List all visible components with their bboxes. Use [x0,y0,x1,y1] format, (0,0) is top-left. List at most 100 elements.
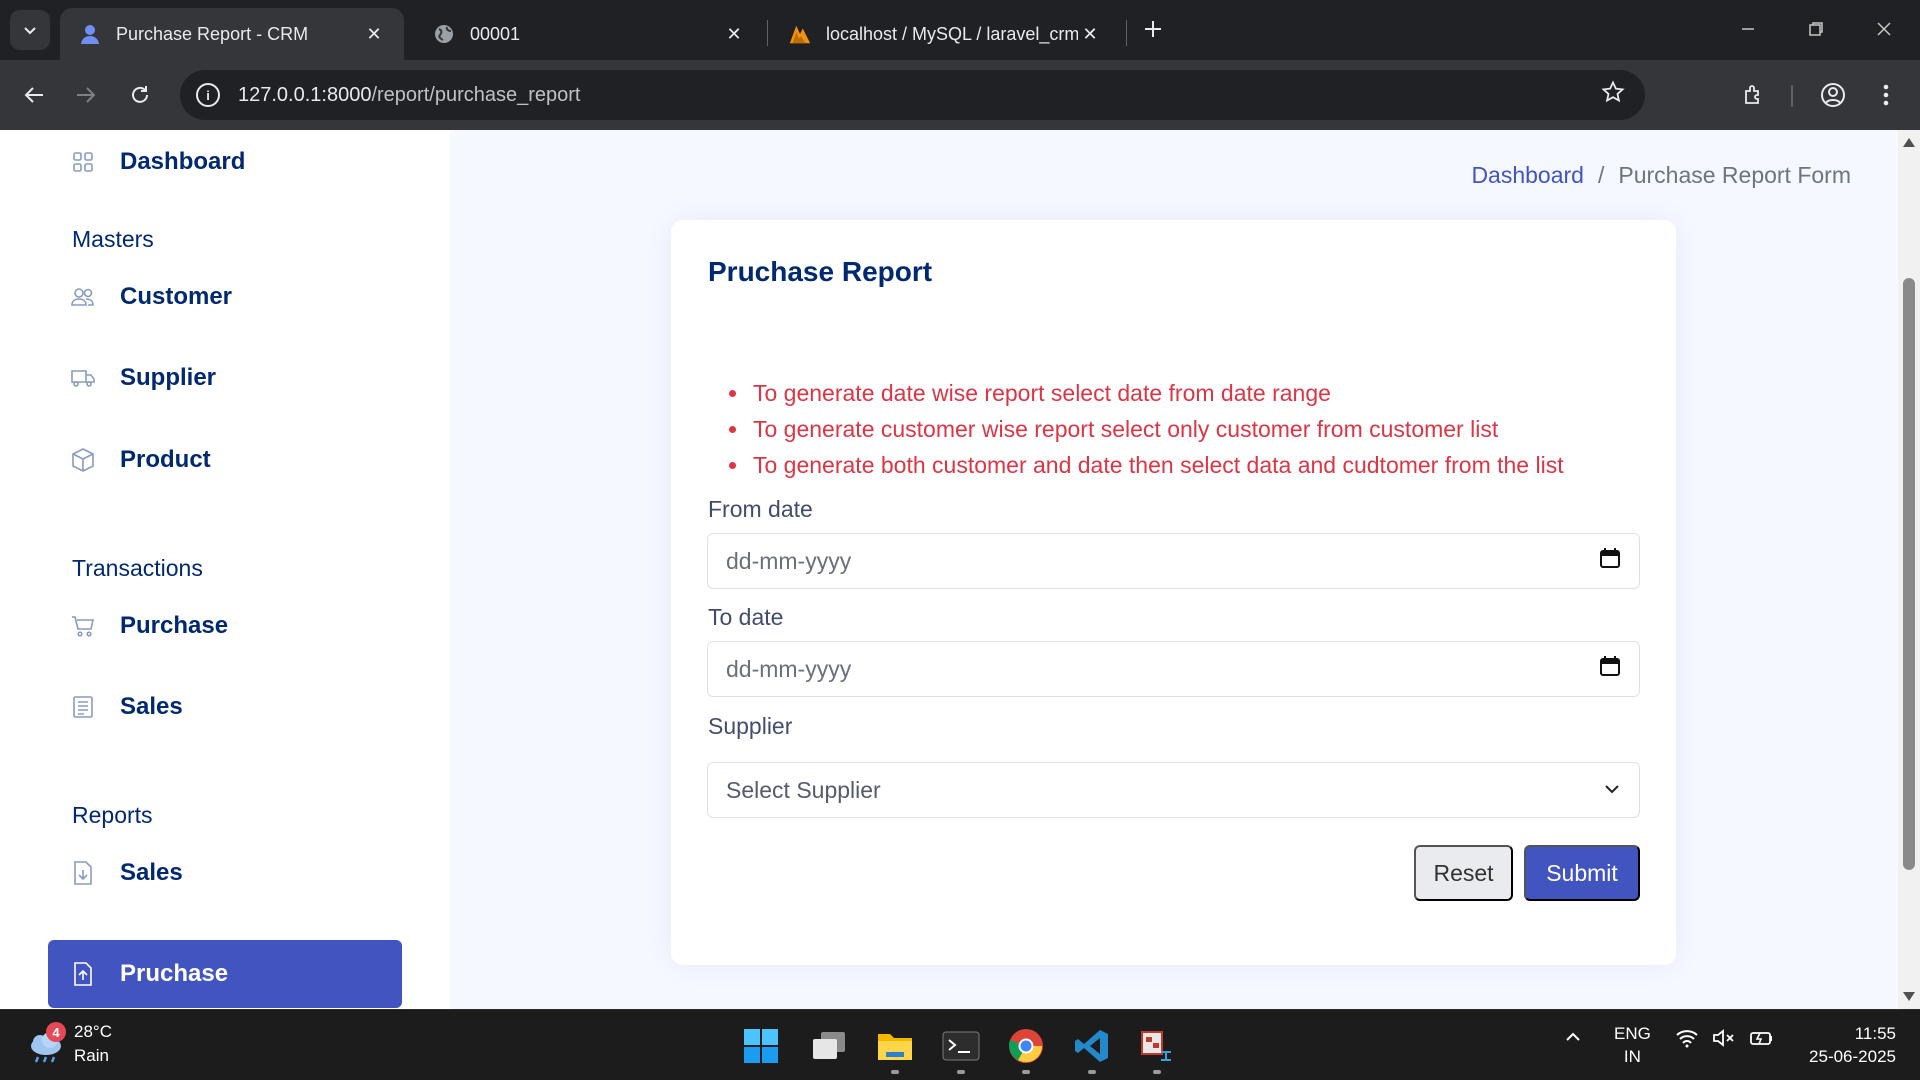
running-indicator [1088,1070,1096,1074]
chevron-down-icon [24,27,36,35]
language-code: ENG [1614,1024,1651,1043]
url-path: /report/purchase_report [371,83,581,106]
breadcrumb-dashboard-link[interactable]: Dashboard [1471,162,1584,189]
sidebar-item-purchase[interactable]: Purchase [48,592,402,660]
task-view-button[interactable] [807,1024,851,1068]
system-clock[interactable]: 11:55 25-06-2025 [1809,1022,1896,1068]
calendar-icon[interactable] [1599,655,1621,683]
card-title: Pruchase Report [708,256,933,287]
clock-date: 25-06-2025 [1809,1047,1896,1066]
tab-separator [767,20,768,46]
app-button[interactable] [1135,1024,1179,1068]
calendar-icon[interactable] [1599,547,1621,575]
sidebar-item-report-sales[interactable]: Sales [48,839,402,907]
profile-button[interactable] [1815,77,1851,113]
from-date-input[interactable]: dd-mm-yyyy [707,533,1640,589]
battery-status[interactable] [1748,1028,1774,1053]
running-indicator [1022,1070,1030,1074]
file-download-icon [70,860,96,886]
chevron-up-icon [1566,1032,1580,1041]
toolbar-separator [1791,85,1793,107]
sidebar-item-label: Sales [120,693,183,720]
sidebar-item-dashboard[interactable]: Dashboard [48,130,402,196]
plus-icon [1145,21,1161,37]
arrow-right-icon [77,87,96,103]
bookmark-star-icon[interactable] [1601,79,1625,111]
to-date-label: To date [708,604,784,630]
supplier-select[interactable]: Select Supplier [707,762,1640,818]
close-window-button[interactable] [1866,14,1902,44]
sidebar-item-report-purchase[interactable]: Pruchase [48,940,402,1008]
forward-button[interactable] [68,77,104,113]
restore-button[interactable] [1798,14,1834,44]
sidebar-item-product[interactable]: Product [48,426,402,494]
sidebar-heading-reports: Reports [72,802,153,828]
to-date-placeholder: dd-mm-yyyy [726,655,852,682]
address-bar[interactable]: i 127.0.0.1:8000/report/purchase_report [180,70,1645,120]
tab-title: Purchase Report - CRM [116,23,309,44]
wifi-icon [1676,1030,1698,1048]
temperature: 28°C [74,1022,112,1041]
tab-purchase-report[interactable]: Purchase Report - CRM ✕ [60,8,404,60]
submit-button[interactable]: Submit [1524,845,1640,901]
chrome-button[interactable] [1004,1024,1048,1068]
user-favicon-icon [78,22,102,46]
phpmyadmin-icon [788,22,812,46]
reload-button[interactable] [122,77,158,113]
chrome-icon [1008,1029,1043,1063]
arrow-left-icon [24,87,43,103]
site-info-icon[interactable]: i [196,83,220,107]
box-icon [70,447,96,473]
sidebar-item-label: Sales [120,859,183,886]
volume-status[interactable] [1712,1028,1736,1053]
windows-logo-icon [744,1029,778,1063]
tab-search-button[interactable] [10,10,50,50]
weather-widget[interactable]: 4 28°C Rain [26,1020,112,1068]
close-icon[interactable]: ✕ [722,24,746,45]
breadcrumb-current: Purchase Report Form [1618,162,1851,188]
running-indicator [957,1070,965,1074]
windows-taskbar: 4 28°C Rain ENG IN 11:55 25-06-2025 [0,1009,1920,1080]
scroll-down-arrow-icon[interactable] [1903,992,1915,1001]
from-date-label: From date [708,496,813,522]
sidebar-item-customer[interactable]: Customer [48,263,402,331]
reload-icon [132,86,148,103]
extensions-button[interactable] [1736,77,1772,113]
scroll-up-arrow-icon[interactable] [1903,138,1915,147]
sidebar-item-supplier[interactable]: Supplier [48,344,402,412]
terminal-button[interactable] [939,1024,983,1068]
browser-menu-button[interactable] [1868,77,1904,113]
grid-icon [70,149,96,175]
instruction-item: To generate date wise report select date… [729,375,1564,411]
back-button[interactable] [16,77,52,113]
file-explorer-button[interactable] [873,1024,917,1068]
new-tab-button[interactable] [1138,14,1168,44]
page-scrollbar[interactable] [1898,130,1920,1009]
puzzle-icon [1745,85,1759,104]
restore-icon [1809,22,1823,36]
sidebar-item-sales[interactable]: Sales [48,673,402,741]
wifi-status[interactable] [1675,1028,1699,1053]
vscode-button[interactable] [1070,1024,1114,1068]
show-hidden-icons-button[interactable] [1564,1028,1582,1051]
tab-title: localhost / MySQL / laravel_crm [826,23,1078,44]
weather-text: 28°C Rain [74,1020,112,1068]
minimize-button[interactable] [1730,14,1766,44]
tab-phpmyadmin[interactable]: localhost / MySQL / laravel_crm ✕ [770,8,1120,60]
start-button[interactable] [739,1024,783,1068]
weather-alert-badge: 4 [46,1022,66,1042]
scroll-thumb[interactable] [1903,278,1915,870]
tab-separator [1126,20,1127,46]
cart-icon [70,613,96,639]
breadcrumb-separator: / [1597,162,1605,188]
language-indicator[interactable]: ENG IN [1614,1022,1651,1068]
list-icon [70,694,96,720]
sidebar-item-label: Purchase [120,612,229,639]
reset-button[interactable]: Reset [1414,845,1513,901]
tab-00001[interactable]: 00001 ✕ [414,8,764,60]
sidebar-item-label: Product [120,446,211,473]
close-icon[interactable]: ✕ [1078,24,1102,45]
to-date-input[interactable]: dd-mm-yyyy [707,641,1640,697]
sidebar-heading-masters: Masters [72,226,154,252]
close-icon[interactable]: ✕ [362,24,386,45]
